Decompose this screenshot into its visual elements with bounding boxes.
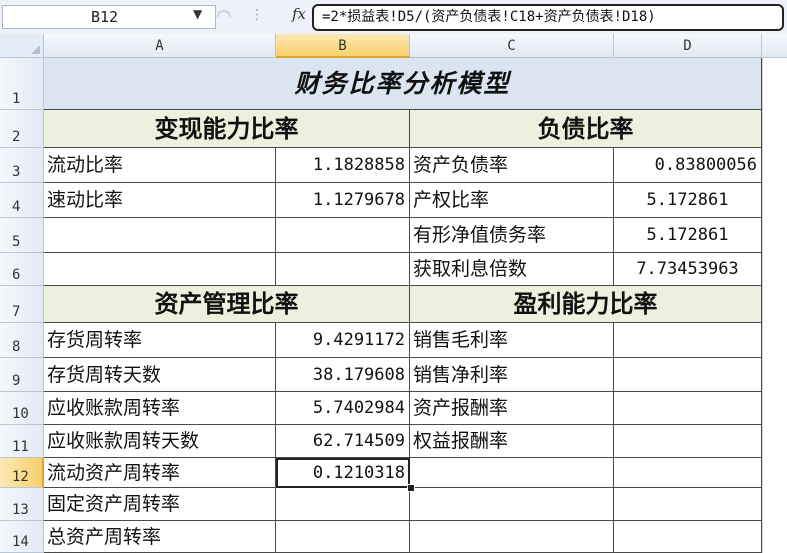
cell-a9[interactable]: 存货周转天数 <box>44 358 276 392</box>
column-header-e[interactable] <box>762 34 787 58</box>
cell-c11[interactable]: 权益报酬率 <box>410 425 614 458</box>
cell-b9[interactable]: 38.179608 <box>276 358 410 392</box>
row-header-13[interactable]: 13 <box>0 488 44 521</box>
fill-handle[interactable] <box>407 484 415 492</box>
cell-a10[interactable]: 应收账款周转率 <box>44 392 276 425</box>
cell-a13[interactable]: 固定资产周转率 <box>44 488 276 521</box>
cell-b6[interactable] <box>276 253 410 286</box>
row-header-1[interactable]: 1 <box>0 58 44 110</box>
cell-c8[interactable]: 销售毛利率 <box>410 323 614 358</box>
cell-d9[interactable] <box>614 358 762 392</box>
row-header-5[interactable]: 5 <box>0 218 44 253</box>
cell-d10[interactable] <box>614 392 762 425</box>
row-header-4[interactable]: 4 <box>0 183 44 218</box>
cell-a5[interactable] <box>44 218 276 253</box>
cell-b5[interactable] <box>276 218 410 253</box>
insert-function-button[interactable]: fx <box>292 5 306 23</box>
section-debt[interactable]: 负债比率 <box>410 110 762 148</box>
row-header-8[interactable]: 8 <box>0 323 44 358</box>
cell-a11[interactable]: 应收账款周转天数 <box>44 425 276 458</box>
row-header-6[interactable]: 6 <box>0 253 44 286</box>
cell-b14[interactable] <box>276 521 410 553</box>
empty-grid-area[interactable] <box>762 58 787 553</box>
cell-d3[interactable]: 0.83800056 <box>614 148 762 183</box>
name-box[interactable]: B12 ▼ <box>2 5 216 29</box>
row-header-12[interactable]: 12 <box>0 458 44 488</box>
select-all-button[interactable] <box>0 34 44 58</box>
cell-d14[interactable] <box>614 521 762 553</box>
cell-b8[interactable]: 9.4291172 <box>276 323 410 358</box>
section-profitability[interactable]: 盈利能力比率 <box>410 286 762 323</box>
row-header-2[interactable]: 2 <box>0 110 44 148</box>
cell-b11[interactable]: 62.714509 <box>276 425 410 458</box>
sheet-title[interactable]: 财务比率分析模型 <box>44 58 762 110</box>
cell-a14[interactable]: 总资产周转率 <box>44 521 276 553</box>
cell-c5[interactable]: 有形净值债务率 <box>410 218 614 253</box>
column-header-d[interactable]: D <box>614 34 762 58</box>
cell-c12[interactable] <box>410 458 614 488</box>
cell-c13[interactable] <box>410 488 614 521</box>
cell-b10[interactable]: 5.7402984 <box>276 392 410 425</box>
column-header-b[interactable]: B <box>276 34 410 58</box>
name-box-value: B12 <box>91 8 119 26</box>
cell-c10[interactable]: 资产报酬率 <box>410 392 614 425</box>
row-header-3[interactable]: 3 <box>0 148 44 183</box>
cell-b3[interactable]: 1.1828858 <box>276 148 410 183</box>
cell-a8[interactable]: 存货周转率 <box>44 323 276 358</box>
formula-bar: B12 ▼ ◠ ⋮ fx =2*损益表!D5/(资产负债表!C18+资产负债表!… <box>0 0 787 35</box>
cell-d6[interactable]: 7.73453963 <box>614 253 762 286</box>
cell-b13[interactable] <box>276 488 410 521</box>
formula-input[interactable]: =2*损益表!D5/(资产负债表!C18+资产负债表!D18) <box>312 4 784 31</box>
row-header-14[interactable]: 14 <box>0 521 44 553</box>
cell-d8[interactable] <box>614 323 762 358</box>
cell-d4[interactable]: 5.172861 <box>614 183 762 218</box>
row-header-10[interactable]: 10 <box>0 392 44 425</box>
column-header-c[interactable]: C <box>410 34 614 58</box>
cell-a3[interactable]: 流动比率 <box>44 148 276 183</box>
cell-c14[interactable] <box>410 521 614 553</box>
cell-c4[interactable]: 产权比率 <box>410 183 614 218</box>
row-header-7[interactable]: 7 <box>0 286 44 323</box>
cell-c3[interactable]: 资产负债率 <box>410 148 614 183</box>
cell-d12[interactable] <box>614 458 762 488</box>
section-liquidity[interactable]: 变现能力比率 <box>44 110 410 148</box>
cell-c6[interactable]: 获取利息倍数 <box>410 253 614 286</box>
cell-b4[interactable]: 1.1279678 <box>276 183 410 218</box>
separator-dots-icon: ⋮ <box>250 7 264 23</box>
row-header-11[interactable]: 11 <box>0 425 44 458</box>
chevron-down-icon[interactable]: ▼ <box>193 7 202 21</box>
column-header-a[interactable]: A <box>44 34 276 58</box>
row-header-9[interactable]: 9 <box>0 358 44 392</box>
cell-a6[interactable] <box>44 253 276 286</box>
cell-d13[interactable] <box>614 488 762 521</box>
section-asset-management[interactable]: 资产管理比率 <box>44 286 410 323</box>
cell-a4[interactable]: 速动比率 <box>44 183 276 218</box>
cell-b12-active[interactable]: 0.1210318 <box>276 458 410 488</box>
cell-d5[interactable]: 5.172861 <box>614 218 762 253</box>
cell-d11[interactable] <box>614 425 762 458</box>
function-wizard-icon[interactable]: ◠ <box>216 5 232 29</box>
cell-a12[interactable]: 流动资产周转率 <box>44 458 276 488</box>
cell-c9[interactable]: 销售净利率 <box>410 358 614 392</box>
